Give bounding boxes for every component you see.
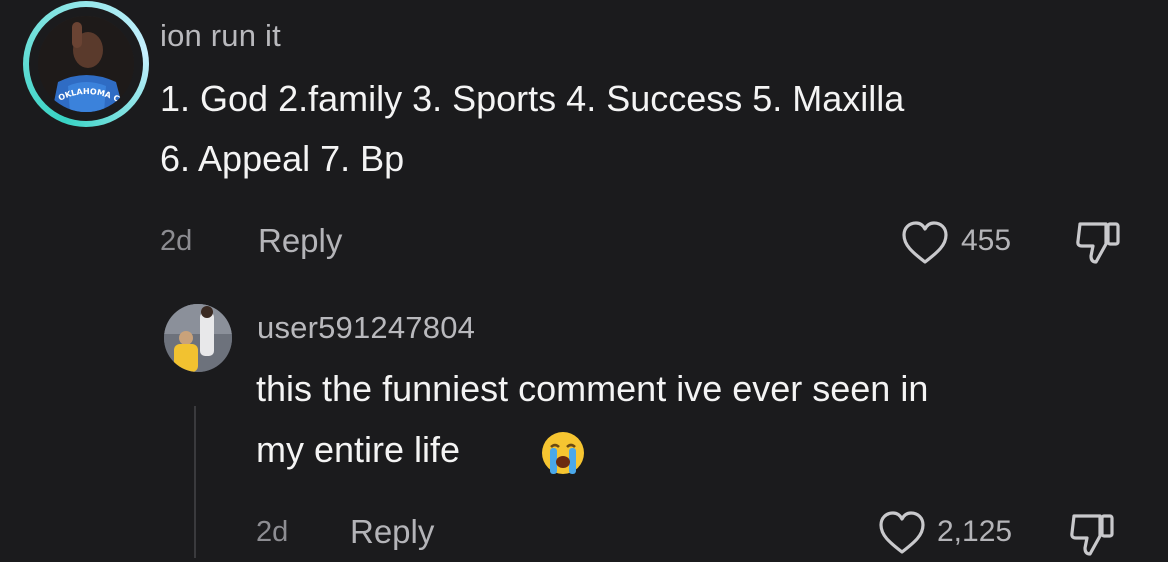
reply-timestamp: 2d xyxy=(256,516,289,548)
crying-emoji xyxy=(540,430,586,476)
reply-dislike-button[interactable] xyxy=(1066,508,1118,560)
reply-button[interactable]: Reply xyxy=(258,222,342,260)
reply-text-line-2: my entire life xyxy=(256,429,461,470)
reply-reply-button[interactable]: Reply xyxy=(350,513,434,551)
comment-text-line-2: 6. Appeal 7. Bp xyxy=(160,138,405,179)
reply-avatar-image xyxy=(164,304,232,372)
reply-thread-line xyxy=(194,406,196,558)
story-ring-avatar[interactable]: OKLAHOMA CITY xyxy=(23,1,149,127)
reply-like-count: 2,125 xyxy=(937,515,1013,548)
thumbs-down-icon xyxy=(1076,222,1120,264)
comment-text-line-1: 1. God 2.family 3. Sports 4. Success 5. … xyxy=(160,78,905,119)
like-count: 455 xyxy=(961,224,1012,257)
loudly-crying-face-icon xyxy=(542,432,584,474)
heart-outline-icon xyxy=(902,221,948,264)
reply-username[interactable]: user591247804 xyxy=(257,310,475,346)
thumbs-down-icon xyxy=(1070,514,1114,556)
comment-timestamp: 2d xyxy=(160,225,193,257)
avatar-image: OKLAHOMA CITY xyxy=(38,16,134,112)
heart-outline-icon xyxy=(879,511,925,554)
like-button[interactable] xyxy=(900,220,950,266)
comment-username[interactable]: ion run it xyxy=(160,18,281,54)
avatar: OKLAHOMA CITY xyxy=(38,16,134,112)
dislike-button[interactable] xyxy=(1072,216,1124,268)
avatar-gap: OKLAHOMA CITY xyxy=(29,7,143,121)
reply-text-line-1: this the funniest comment ive ever seen … xyxy=(256,368,929,409)
reply-avatar[interactable] xyxy=(164,304,232,372)
reply-like-button[interactable] xyxy=(877,510,927,556)
